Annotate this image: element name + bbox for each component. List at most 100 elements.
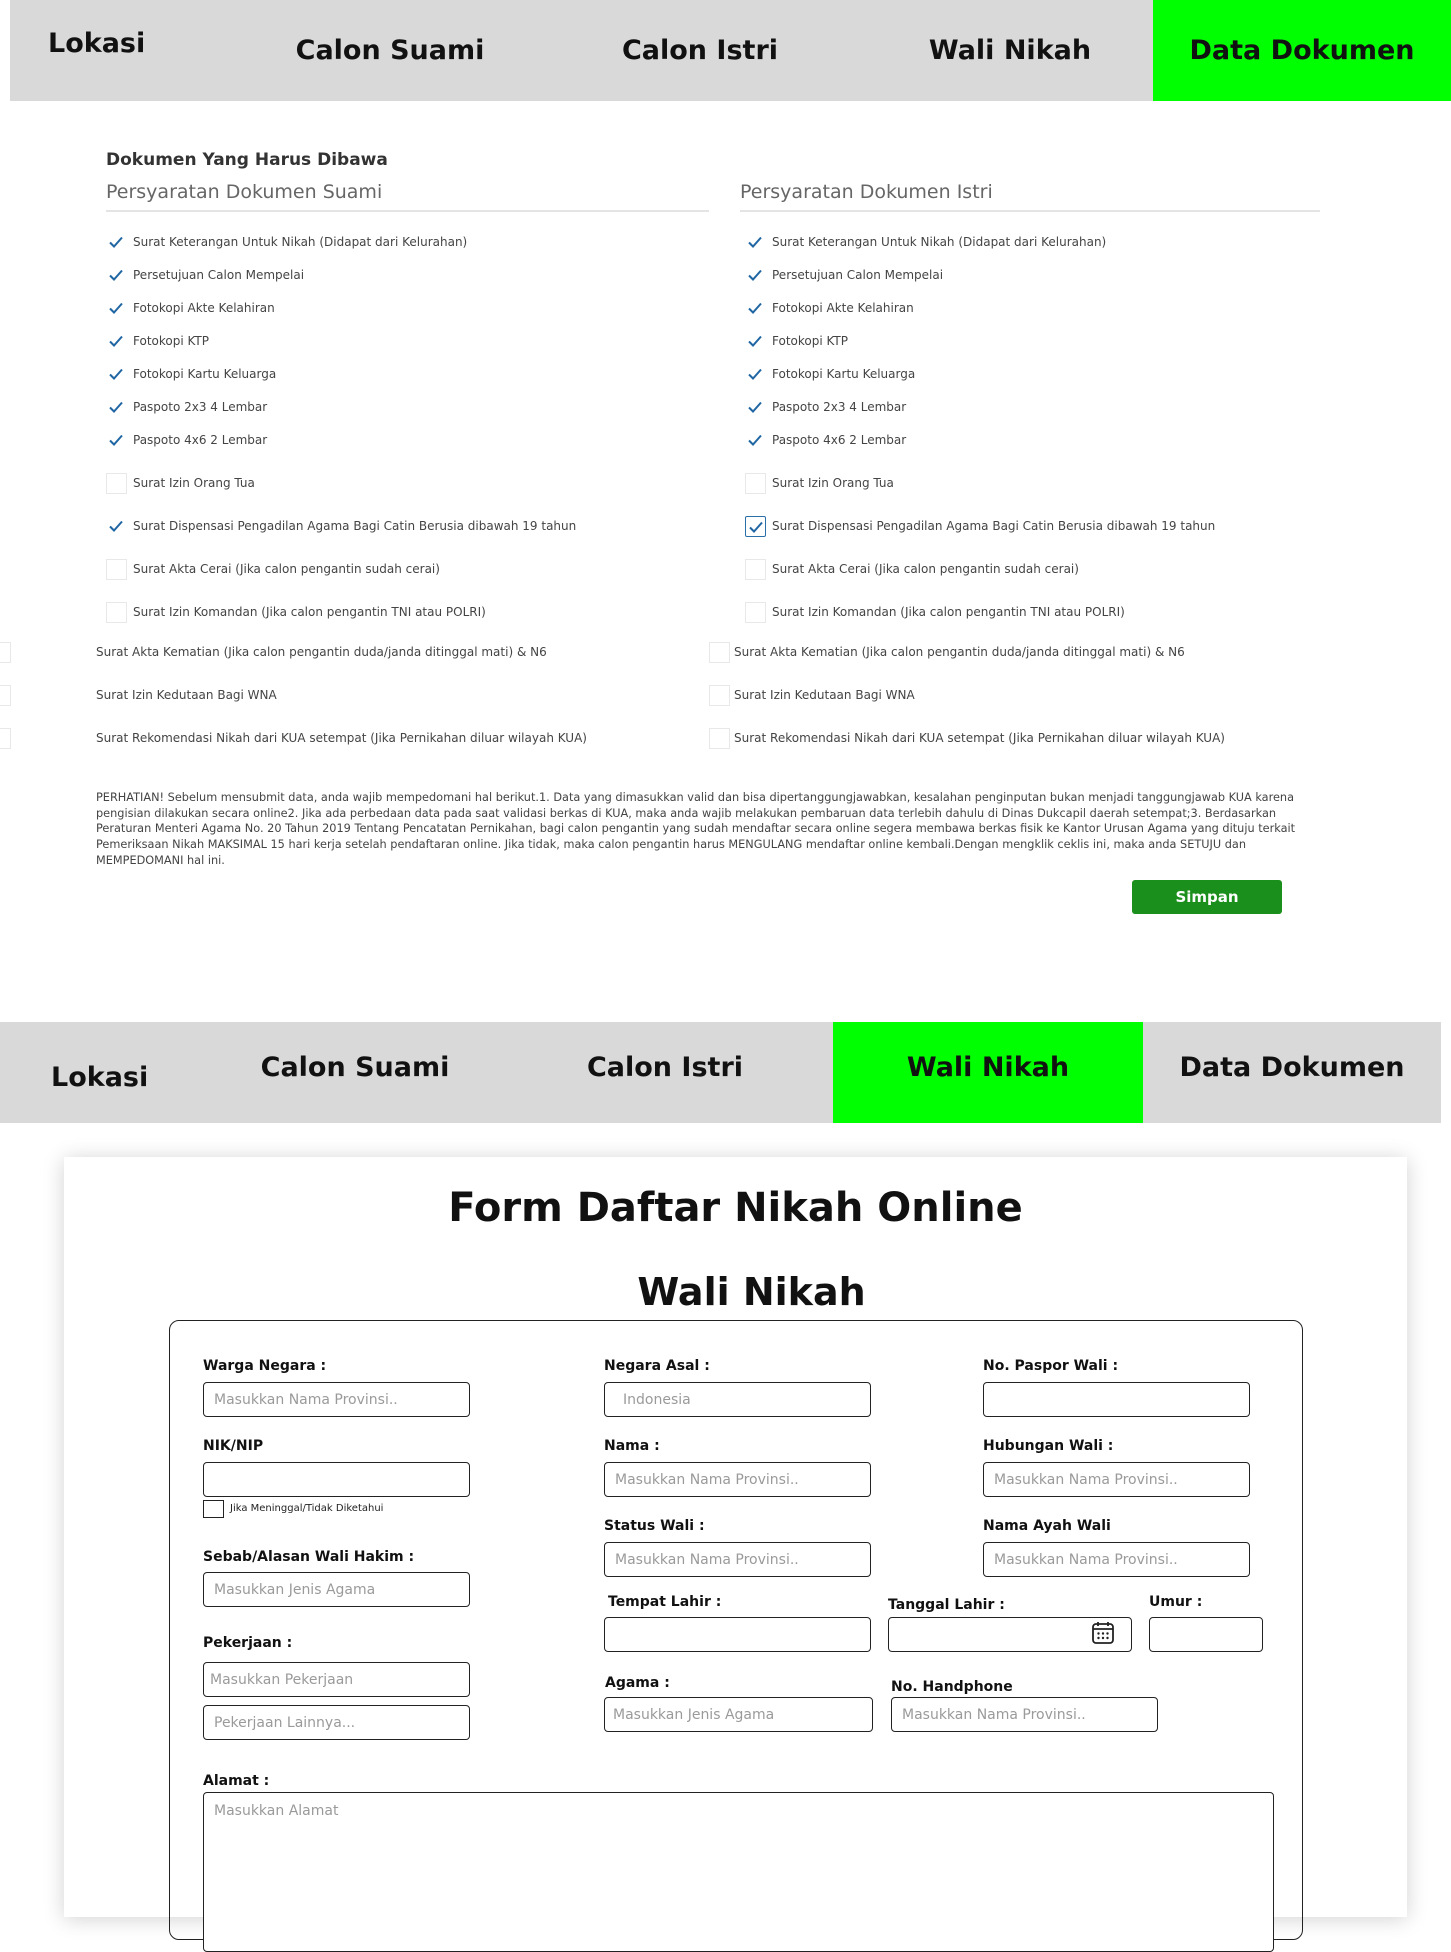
istri-doc-checkbox[interactable] bbox=[745, 430, 766, 451]
suami-doc-label: Surat Akta Kematian (Jika calon penganti… bbox=[96, 645, 547, 659]
suami-doc-label: Fotokopi Kartu Keluarga bbox=[133, 367, 277, 381]
no-paspor-label: No. Paspor Wali : bbox=[983, 1358, 1119, 1374]
istri-doc-label: Surat Rekomendasi Nikah dari KUA setempa… bbox=[734, 731, 1225, 745]
suami-doc-checkbox[interactable] bbox=[106, 265, 127, 286]
tanggal-lahir-label: Tanggal Lahir : bbox=[888, 1597, 1005, 1613]
istri-doc-checkbox[interactable] bbox=[745, 364, 766, 385]
handphone-input[interactable] bbox=[891, 1697, 1158, 1732]
istri-doc-checkbox[interactable] bbox=[745, 265, 766, 286]
tab-calon-suami[interactable]: Calon Suami bbox=[205, 1022, 505, 1123]
suami-doc-checkbox[interactable] bbox=[106, 602, 127, 623]
suami-doc-label: Surat Izin Komandan (Jika calon penganti… bbox=[133, 605, 486, 619]
suami-doc-label: Surat Dispensasi Pengadilan Agama Bagi C… bbox=[133, 519, 577, 533]
agama-input[interactable] bbox=[604, 1697, 873, 1732]
istri-doc-checkbox[interactable] bbox=[745, 331, 766, 352]
suami-doc-checkbox[interactable] bbox=[106, 430, 127, 451]
sebab-wali-hakim-input[interactable] bbox=[203, 1572, 470, 1607]
tab-lokasi[interactable]: Lokasi bbox=[10, 0, 170, 86]
form-subtitle: Wali Nikah bbox=[637, 1270, 866, 1314]
check-icon bbox=[109, 401, 123, 413]
nik-input[interactable] bbox=[203, 1462, 470, 1497]
calendar-icon[interactable] bbox=[1090, 1620, 1116, 1646]
suami-doc-label: Fotokopi KTP bbox=[133, 334, 209, 348]
tab-calon-suami[interactable]: Calon Suami bbox=[240, 0, 540, 101]
istri-doc-label: Surat Akta Kematian (Jika calon penganti… bbox=[734, 645, 1185, 659]
warga-negara-label: Warga Negara : bbox=[203, 1358, 327, 1374]
check-icon bbox=[749, 521, 763, 533]
istri-doc-label: Fotokopi Kartu Keluarga bbox=[772, 367, 916, 381]
suami-doc-checkbox[interactable] bbox=[106, 559, 127, 580]
nama-ayah-wali-input[interactable] bbox=[983, 1542, 1250, 1577]
no-paspor-input[interactable] bbox=[983, 1382, 1250, 1417]
suami-doc-checkbox[interactable] bbox=[106, 298, 127, 319]
suami-doc-label: Surat Izin Orang Tua bbox=[133, 476, 255, 490]
istri-doc-checkbox[interactable] bbox=[745, 397, 766, 418]
save-button[interactable]: Simpan bbox=[1132, 880, 1282, 914]
check-icon bbox=[109, 335, 123, 347]
alamat-label: Alamat : bbox=[203, 1773, 270, 1789]
check-icon bbox=[748, 335, 762, 347]
suami-doc-checkbox[interactable] bbox=[106, 232, 127, 253]
check-icon bbox=[748, 269, 762, 281]
istri-doc-checkbox[interactable] bbox=[745, 516, 766, 537]
istri-doc-checkbox[interactable] bbox=[745, 559, 766, 580]
tab-wali-nikah[interactable]: Wali Nikah bbox=[860, 0, 1160, 101]
check-icon bbox=[109, 434, 123, 446]
istri-doc-checkbox[interactable] bbox=[709, 685, 730, 706]
check-icon bbox=[748, 368, 762, 380]
suami-doc-label: Surat Izin Kedutaan Bagi WNA bbox=[96, 688, 277, 702]
nama-input[interactable] bbox=[604, 1462, 871, 1497]
suami-doc-checkbox[interactable] bbox=[106, 331, 127, 352]
suami-doc-label: Surat Rekomendasi Nikah dari KUA setempa… bbox=[96, 731, 587, 745]
tab-data-dokumen[interactable]: Data Dokumen bbox=[1143, 1022, 1441, 1123]
suami-doc-checkbox[interactable] bbox=[0, 685, 11, 706]
istri-doc-label: Persetujuan Calon Mempelai bbox=[772, 268, 944, 282]
suami-doc-checkbox[interactable] bbox=[0, 728, 11, 749]
tab-calon-istri[interactable]: Calon Istri bbox=[550, 0, 850, 101]
istri-doc-label: Surat Izin Kedutaan Bagi WNA bbox=[734, 688, 915, 702]
pekerjaan-lainnya-input[interactable] bbox=[203, 1705, 470, 1740]
warga-negara-input[interactable] bbox=[203, 1382, 470, 1417]
istri-doc-checkbox[interactable] bbox=[745, 232, 766, 253]
umur-label: Umur : bbox=[1149, 1594, 1203, 1610]
istri-doc-checkbox[interactable] bbox=[745, 473, 766, 494]
hubungan-wali-input[interactable] bbox=[983, 1462, 1250, 1497]
tab-calon-istri[interactable]: Calon Istri bbox=[515, 1022, 815, 1123]
suami-doc-label: Surat Akta Cerai (Jika calon pengantin s… bbox=[133, 562, 440, 576]
meninggal-checkbox[interactable] bbox=[203, 1500, 224, 1518]
suami-doc-checkbox[interactable] bbox=[0, 642, 11, 663]
istri-doc-checkbox[interactable] bbox=[709, 642, 730, 663]
suami-doc-checkbox[interactable] bbox=[106, 364, 127, 385]
bottom-nav: Lokasi Calon Suami Calon Istri Wali Nika… bbox=[0, 1022, 1441, 1123]
suami-doc-label: Paspoto 4x6 2 Lembar bbox=[133, 433, 268, 447]
suami-doc-checkbox[interactable] bbox=[106, 473, 127, 494]
top-nav: Lokasi Calon Suami Calon Istri Wali Nika… bbox=[10, 0, 1451, 101]
tempat-lahir-input[interactable] bbox=[604, 1617, 871, 1652]
tempat-lahir-label: Tempat Lahir : bbox=[608, 1594, 722, 1610]
nama-label: Nama : bbox=[604, 1438, 660, 1454]
istri-doc-checkbox[interactable] bbox=[745, 298, 766, 319]
check-icon bbox=[109, 302, 123, 314]
meninggal-label: Jika Meninggal/Tidak Diketahui bbox=[230, 1503, 384, 1514]
tab-lokasi[interactable]: Lokasi bbox=[0, 1022, 190, 1123]
negara-asal-input[interactable] bbox=[604, 1382, 871, 1417]
tab-data-dokumen[interactable]: Data Dokumen bbox=[1153, 0, 1451, 101]
handphone-label: No. Handphone bbox=[891, 1679, 1013, 1695]
istri-doc-checkbox[interactable] bbox=[745, 602, 766, 623]
pekerjaan-input[interactable] bbox=[203, 1662, 470, 1697]
istri-doc-checkbox[interactable] bbox=[709, 728, 730, 749]
suami-doc-label: Fotokopi Akte Kelahiran bbox=[133, 301, 275, 315]
istri-column-title: Persyaratan Dokumen Istri bbox=[740, 181, 993, 203]
umur-input[interactable] bbox=[1149, 1617, 1263, 1652]
istri-doc-label: Surat Izin Komandan (Jika calon penganti… bbox=[772, 605, 1125, 619]
istri-doc-label: Paspoto 2x3 4 Lembar bbox=[772, 400, 907, 414]
nama-ayah-wali-label: Nama Ayah Wali bbox=[983, 1518, 1111, 1534]
suami-doc-label: Persetujuan Calon Mempelai bbox=[133, 268, 305, 282]
alamat-textarea[interactable] bbox=[203, 1792, 1274, 1952]
suami-doc-checkbox[interactable] bbox=[106, 397, 127, 418]
istri-doc-label: Fotokopi Akte Kelahiran bbox=[772, 301, 914, 315]
istri-doc-label: Fotokopi KTP bbox=[772, 334, 848, 348]
suami-doc-checkbox[interactable] bbox=[106, 516, 127, 537]
tab-wali-nikah[interactable]: Wali Nikah bbox=[833, 1022, 1143, 1123]
status-wali-input[interactable] bbox=[604, 1542, 871, 1577]
